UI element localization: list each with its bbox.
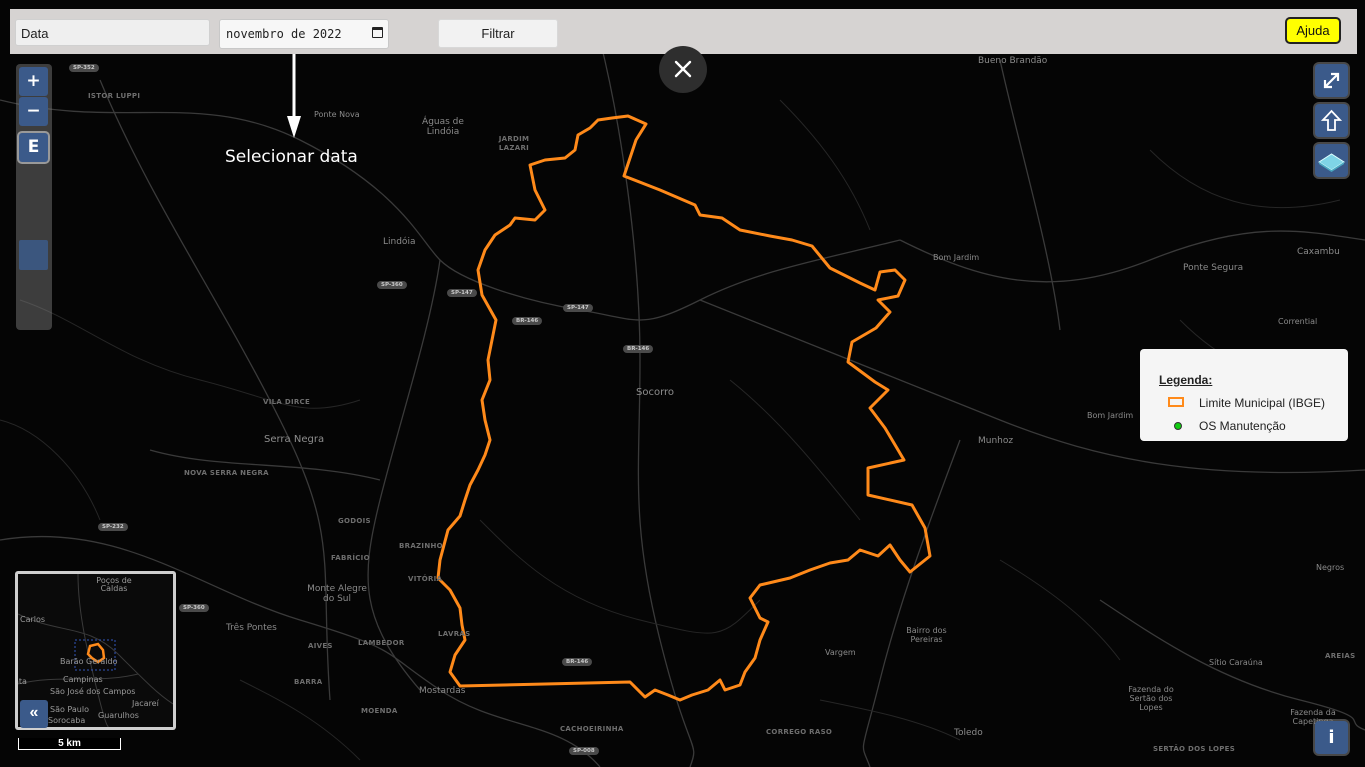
close-icon xyxy=(674,60,692,78)
road-shield: SP-147 xyxy=(563,304,593,312)
place-label: Bom Jardim xyxy=(933,253,980,262)
place-label: AIVES xyxy=(308,642,333,650)
maintenance-dot-icon xyxy=(1174,422,1182,430)
place-label: GODOIS xyxy=(338,517,371,525)
map-legend: Legenda: Limite Municipal (IBGE) OS Manu… xyxy=(1140,349,1348,441)
up-arrow-icon xyxy=(1320,109,1343,131)
legend-item: Limite Municipal (IBGE) xyxy=(1168,396,1326,410)
info-button[interactable]: i xyxy=(1315,721,1348,754)
close-button[interactable] xyxy=(659,46,707,93)
place-label: Bairro dos Pereiras xyxy=(906,626,947,644)
date-picker-input[interactable]: novembro de 2022 xyxy=(219,19,389,49)
zoom-in-button[interactable]: + xyxy=(19,67,48,96)
place-label: VITÓRIA xyxy=(408,575,443,583)
place-label: Corrential xyxy=(1278,317,1318,326)
road-shield: SP-360 xyxy=(179,604,209,612)
overview-map[interactable]: Poços de Caldas Carlos Barão Geraldo Cam… xyxy=(15,571,176,730)
overview-label: São José dos Campos xyxy=(50,687,136,696)
overview-label: Carlos xyxy=(20,615,46,624)
road-shield: SP-352 xyxy=(69,64,99,72)
place-label: CORREGO RASO xyxy=(766,728,833,736)
place-label: Sítio Caraúna xyxy=(1209,658,1263,667)
place-label: Negros xyxy=(1316,563,1345,572)
road-shield: SP-008 xyxy=(569,747,599,755)
place-label: LAVRAS xyxy=(438,630,471,638)
layers-icon xyxy=(1318,153,1345,172)
place-label: MOENDA xyxy=(361,707,398,715)
place-label: Toledo xyxy=(954,728,983,738)
zoom-slider-handle[interactable] xyxy=(19,240,48,270)
place-label: CACHOEIRINHA xyxy=(560,725,624,733)
overview-label: Poços de Caldas xyxy=(96,576,132,593)
annotation-text: Selecionar data xyxy=(225,147,358,167)
overview-label: São Paulo xyxy=(50,705,89,714)
place-label: Munhoz xyxy=(978,436,1014,446)
legend-title: Legenda: xyxy=(1159,373,1213,387)
date-value: novembro de 2022 xyxy=(226,27,342,41)
place-label: Bom Jardim xyxy=(1087,411,1134,420)
overview-label: Guarulhos xyxy=(98,711,139,720)
place-label: Lindóia xyxy=(383,237,416,247)
municipal-boundary xyxy=(436,114,932,702)
calendar-icon[interactable] xyxy=(372,27,383,38)
layers-button[interactable] xyxy=(1315,144,1348,177)
road-shield: BR-146 xyxy=(623,345,654,353)
road-shield: BR-146 xyxy=(512,317,543,325)
place-label: AREIAS xyxy=(1325,652,1356,660)
scale-bar: 5 km xyxy=(18,738,121,750)
place-label: Vargem xyxy=(825,648,856,657)
legend-item-label: Limite Municipal (IBGE) xyxy=(1199,396,1326,410)
place-label: BARRA xyxy=(294,678,323,686)
place-label: Águas de Lindóia xyxy=(422,117,464,137)
road-shield: SP-147 xyxy=(447,289,477,297)
place-label: Socorro xyxy=(636,387,675,398)
overview-label: ata xyxy=(18,677,27,686)
legend-item: OS Manutenção xyxy=(1169,419,1286,433)
place-label: Monte Alegre do Sul xyxy=(307,584,367,604)
place-label: LAMBEDOR xyxy=(358,639,405,647)
place-label: Caxambu xyxy=(1297,247,1340,257)
place-label: ISTOR LUPPI xyxy=(88,92,141,100)
overview-toggle-button[interactable]: « xyxy=(20,700,48,728)
zoom-panel: + − E xyxy=(16,64,52,330)
place-label: Ponte Segura xyxy=(1183,263,1244,273)
overview-label: Sorocaba xyxy=(48,716,86,725)
overview-label: Barão Geraldo xyxy=(60,657,118,666)
expand-icon xyxy=(1323,72,1340,89)
place-label: Ponte Nova xyxy=(314,110,360,119)
place-label: Bueno Brandão xyxy=(978,56,1048,66)
place-label: Serra Negra xyxy=(264,434,325,445)
place-label: JARDIM LAZARI xyxy=(498,135,530,152)
road-shield: SP-232 xyxy=(98,523,128,531)
filter-button[interactable]: Filtrar xyxy=(438,19,558,48)
help-button[interactable]: Ajuda xyxy=(1285,17,1341,44)
fullscreen-button[interactable] xyxy=(1315,64,1348,97)
place-label: Três Pontes xyxy=(226,623,277,633)
place-label: SERTÃO DOS LOPES xyxy=(1153,745,1236,753)
place-label: Mostardas xyxy=(419,686,466,696)
place-label: NOVA SERRA NEGRA xyxy=(184,469,269,477)
data-field[interactable]: Data xyxy=(15,19,210,46)
full-extent-button[interactable]: E xyxy=(19,133,48,162)
overview-label: Campinas xyxy=(63,675,103,684)
zoom-out-button[interactable]: − xyxy=(19,97,48,126)
place-label: VILA DIRCE xyxy=(263,398,311,406)
place-label: BRAZINHO xyxy=(399,542,443,550)
place-label: FABRÍCIO xyxy=(331,554,370,562)
annotation-arrow-icon xyxy=(287,54,301,138)
overview-label: Jacareí xyxy=(132,699,159,708)
place-label: Fazenda do Sertão dos Lopes xyxy=(1128,685,1174,712)
road-shield: SP-360 xyxy=(377,281,407,289)
road-shield: BR-146 xyxy=(562,658,593,666)
boundary-symbol-icon xyxy=(1168,397,1184,407)
home-button[interactable] xyxy=(1315,104,1348,137)
legend-item-label: OS Manutenção xyxy=(1199,419,1286,433)
